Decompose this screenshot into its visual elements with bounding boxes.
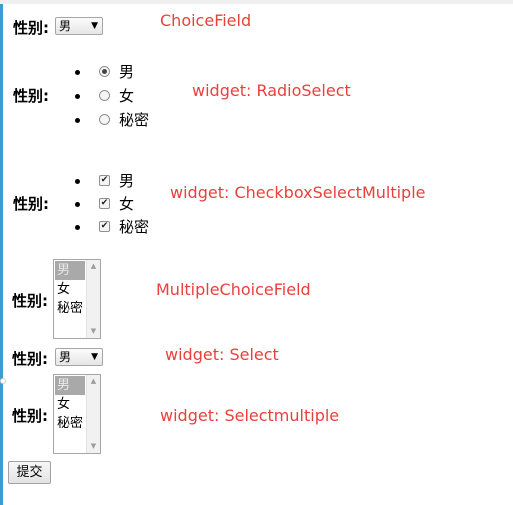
listbox-option-male[interactable]: 男 [55,376,85,395]
gender-label-multiplechoice: 性别: [12,292,48,310]
list-bullet [75,94,80,99]
checkmark-icon[interactable]: ✔ [99,198,110,209]
gender-label-selectmultiple: 性别: [12,407,48,425]
dropdown-arrow-icon: ▼ [91,352,98,362]
multiple-choice-listbox[interactable]: 男 女 秘密 ▲ ▼ [53,259,101,339]
gender-select-widget[interactable]: 男 ▼ [55,348,103,366]
choicefield-note: ChoiceField [160,11,252,30]
listbox-option-secret[interactable]: 秘密 [55,414,85,433]
scroll-down-arrow-icon[interactable]: ▼ [87,325,100,338]
radioselect-note: widget: RadioSelect [192,81,351,100]
scroll-down-arrow-icon[interactable]: ▼ [87,440,100,453]
checkbox-label-secret: 秘密 [119,218,150,236]
dropdown-arrow-icon: ▼ [91,21,98,31]
gender-label-radio: 性别: [13,87,49,105]
checkbox-label-female: 女 [119,195,135,213]
checkboxselectmultiple-note: widget: CheckboxSelectMultiple [170,183,426,202]
edge-handle-dot [0,378,6,384]
checkmark-icon[interactable]: ✔ [99,221,110,232]
list-bullet [75,225,80,230]
scroll-up-arrow-icon[interactable]: ▲ [87,375,100,388]
checkmark-icon[interactable]: ✔ [99,175,110,186]
listbox-option-female[interactable]: 女 [55,280,85,299]
selectmultiple-note: widget: Selectmultiple [160,406,340,425]
select-multiple-listbox[interactable]: 男 女 秘密 ▲ ▼ [53,374,101,454]
selected-value: 男 [59,350,72,364]
selected-value: 男 [59,19,72,33]
gender-label-select: 性别: [12,350,48,368]
radio-button-male[interactable] [99,66,110,77]
select-widget-note: widget: Select [165,345,279,364]
radio-button-secret[interactable] [99,114,110,125]
list-bullet [75,70,80,75]
gender-label-checkbox: 性别: [13,195,49,213]
list-bullet [75,179,80,184]
checkbox-label-male: 男 [119,172,135,190]
top-border [0,0,513,4]
list-bullet [75,202,80,207]
listbox-items: 男 女 秘密 [55,261,85,318]
radio-label-male: 男 [119,63,135,81]
radio-label-secret: 秘密 [119,111,150,129]
list-bullet [75,118,80,123]
listbox-scrollbar[interactable]: ▲ ▼ [86,375,100,453]
listbox-option-secret[interactable]: 秘密 [55,299,85,318]
gender-label-choicefield: 性别: [13,19,49,37]
listbox-option-female[interactable]: 女 [55,395,85,414]
radio-option-list: 男 女 秘密 [75,61,175,131]
scroll-up-arrow-icon[interactable]: ▲ [87,260,100,273]
listbox-option-male[interactable]: 男 [55,261,85,280]
radio-button-female[interactable] [99,90,110,101]
gender-select-choicefield[interactable]: 男 ▼ [55,17,103,35]
left-edge-strip [0,4,3,505]
listbox-items: 男 女 秘密 [55,376,85,433]
checkbox-option-list: ✔ 男 ✔ 女 ✔ 秘密 [75,170,175,240]
radio-label-female: 女 [119,87,135,105]
multiplechoicefield-note: MultipleChoiceField [156,280,311,299]
submit-button[interactable]: 提交 [8,461,51,484]
listbox-scrollbar[interactable]: ▲ ▼ [86,260,100,338]
